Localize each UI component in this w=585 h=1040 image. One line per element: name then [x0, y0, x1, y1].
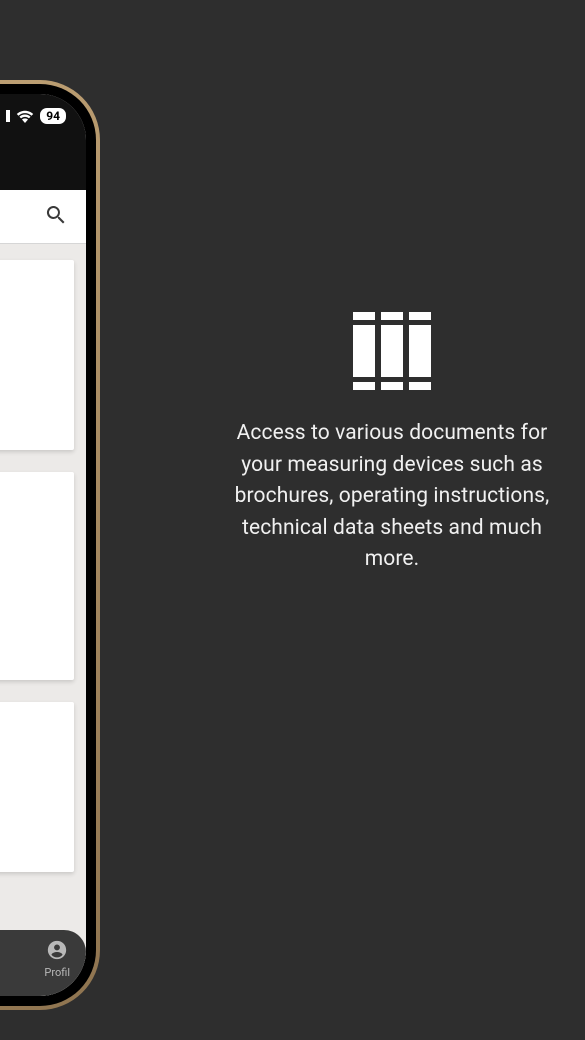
- search-bar[interactable]: [0, 190, 86, 244]
- phone-bezel: 94: [0, 80, 100, 1010]
- document-card[interactable]: [0, 472, 74, 680]
- nav-label: Profil: [44, 966, 70, 979]
- person-icon: [46, 939, 68, 964]
- wifi-icon: [16, 110, 34, 123]
- bottom-nav: e Profil: [0, 930, 86, 996]
- document-list: [0, 244, 86, 996]
- books-icon: [232, 312, 552, 390]
- status-bar: 94: [0, 94, 86, 138]
- search-icon: [44, 203, 68, 231]
- feature-description: Access to various documents for your mea…: [232, 418, 552, 576]
- feature-callout: Access to various documents for your mea…: [232, 312, 552, 576]
- phone-mockup: 94: [0, 80, 100, 1010]
- phone-screen: 94: [0, 94, 86, 996]
- document-card[interactable]: [0, 702, 74, 872]
- signal-icon: [6, 110, 10, 122]
- battery-level: 94: [40, 108, 66, 124]
- nav-item-profile[interactable]: Profil: [44, 939, 70, 979]
- phone-body: 94: [0, 84, 96, 1006]
- app-header: [0, 138, 86, 190]
- document-card[interactable]: [0, 260, 74, 450]
